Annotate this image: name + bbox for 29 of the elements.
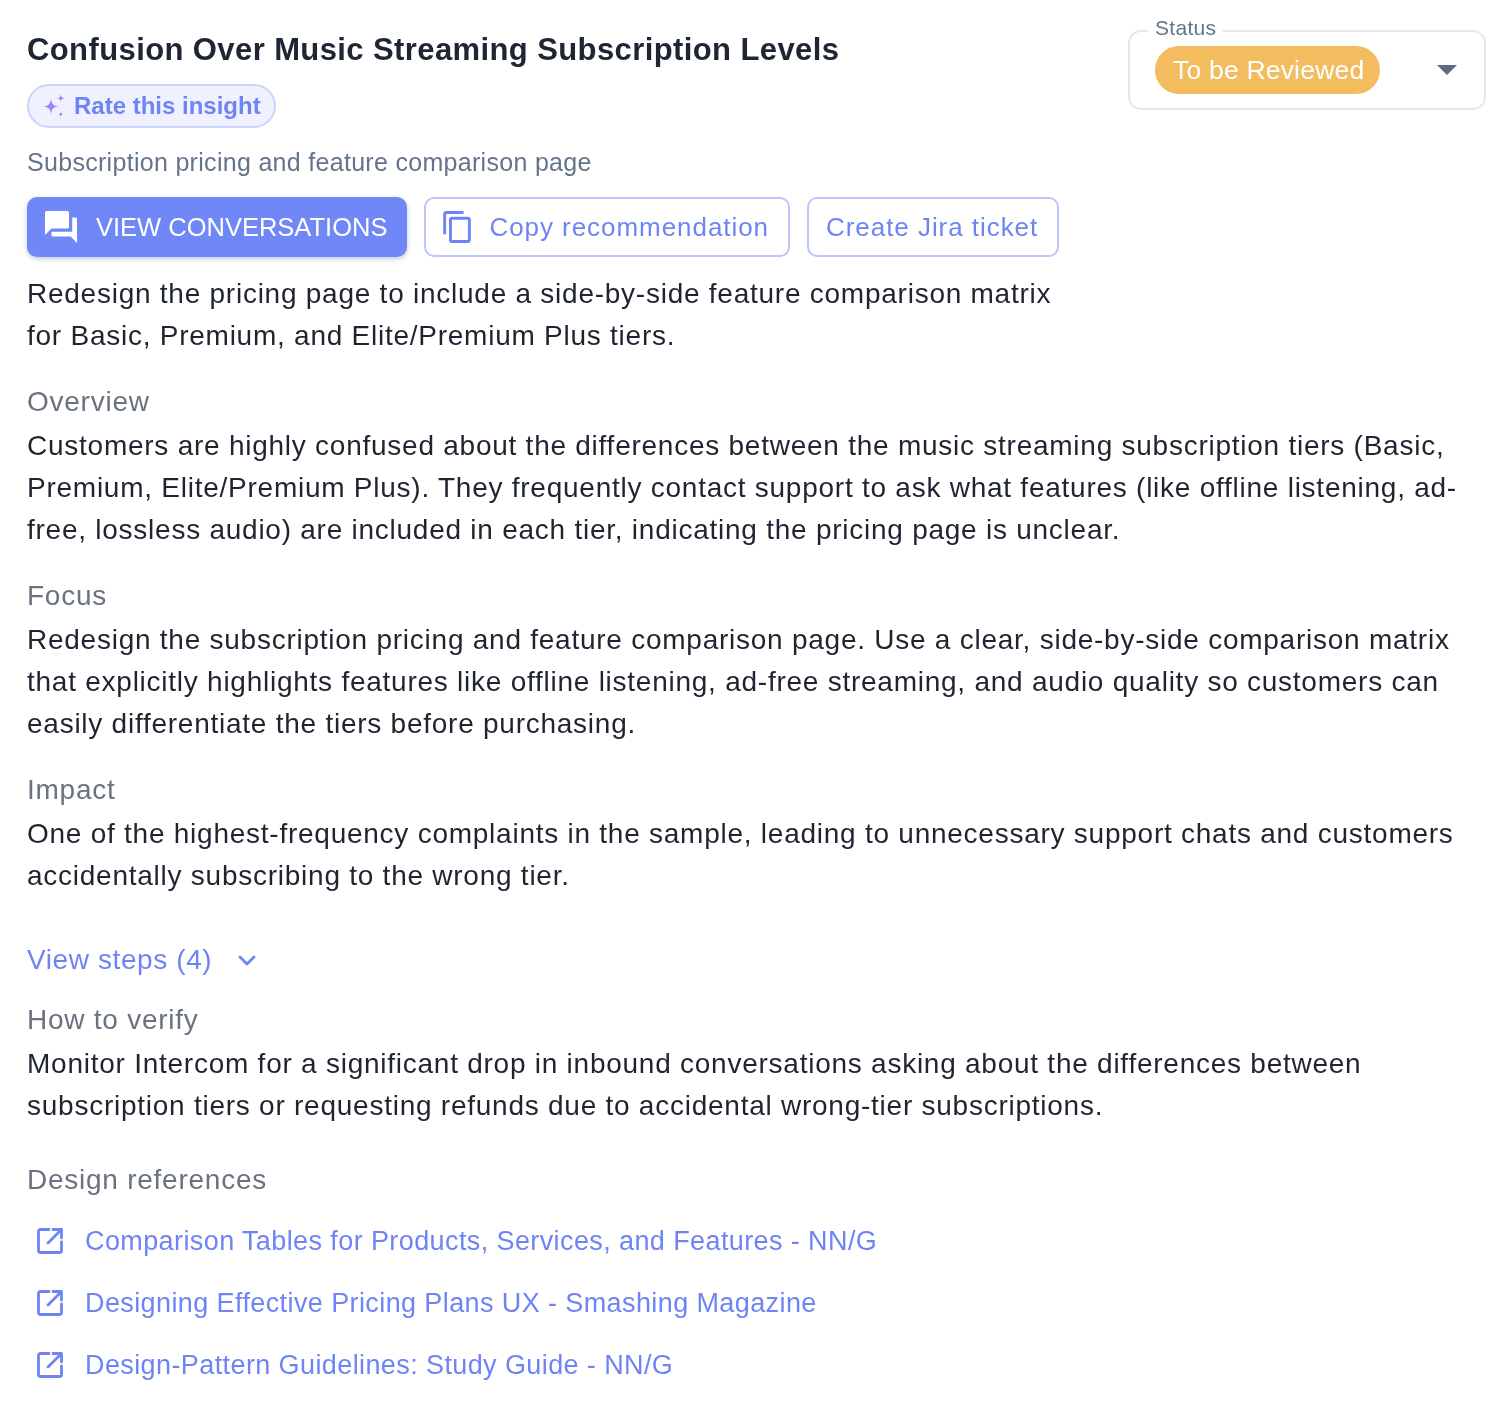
reference-link[interactable]: Design-Pattern Guidelines: Study Guide - NN/G <box>85 1348 674 1382</box>
status-chip: To be Reviewed <box>1155 46 1381 94</box>
dropdown-caret-icon <box>1437 65 1457 75</box>
copy-recommendation-button[interactable]: Copy recommendation <box>424 197 791 257</box>
section-text: Redesign the subscription pricing and feature comparison page. Use a clear, side-by-side comparison matrix that explicitly highlights features like offline listening, ad-free streaming, and audio quality so customers can easily differentiate the tiers before purchasing. <box>27 623 1451 741</box>
reference-link[interactable]: Designing Effective Pricing Plans UX - Smashing Magazine <box>85 1286 817 1320</box>
copy-icon <box>443 211 472 243</box>
section-heading: How to verify <box>27 1003 200 1037</box>
chat-icon <box>45 211 77 243</box>
section-heading: Overview <box>27 385 151 419</box>
external-link-icon <box>36 1227 64 1255</box>
insight-subtitle: Subscription pricing and feature comparison page <box>27 147 592 178</box>
rate-insight-button[interactable]: Rate this insight <box>27 84 276 128</box>
sparkle-icon <box>42 94 66 118</box>
section-heading: Focus <box>27 579 108 613</box>
view-steps-toggle[interactable]: View steps (4) <box>27 940 257 980</box>
view-conversations-button[interactable]: VIEW CONVERSATIONS <box>27 197 408 257</box>
section-text: One of the highest-frequency complaints in the sample, leading to unnecessary support chats and customers accidentally subscribing to the wrong tier. <box>27 817 1455 893</box>
chevron-down-icon <box>238 954 257 966</box>
recommendation-text: Redesign the pricing page to include a side-by-side feature comparison matrix for Basic, Premium, and Elite/Premium Plus tiers. <box>27 277 1053 353</box>
external-link-icon <box>36 1289 64 1317</box>
section-text: Monitor Intercom for a significant drop in inbound conversations asking about the differences between subscription tiers or requesting refunds due to accidental wrong-tier subscriptions. <box>27 1047 1363 1123</box>
section-heading: Design references <box>27 1163 268 1197</box>
section-heading: Impact <box>27 773 117 807</box>
section-text: Customers are highly confused about the differences between the music streaming subscription tiers (Basic, Premium, Elite/Premium Plus). They frequently contact support to ask what features (like offline listening, ad-free, lossless audio) are included in each tier, indicating the pricing page is unclear. <box>27 429 1458 547</box>
create-jira-ticket-button[interactable]: Create Jira ticket <box>807 197 1060 257</box>
insight-title: Confusion Over Music Streaming Subscription Levels <box>27 31 840 69</box>
external-link-icon <box>36 1351 64 1379</box>
reference-link[interactable]: Comparison Tables for Products, Services, and Features - NN/G <box>85 1224 878 1258</box>
